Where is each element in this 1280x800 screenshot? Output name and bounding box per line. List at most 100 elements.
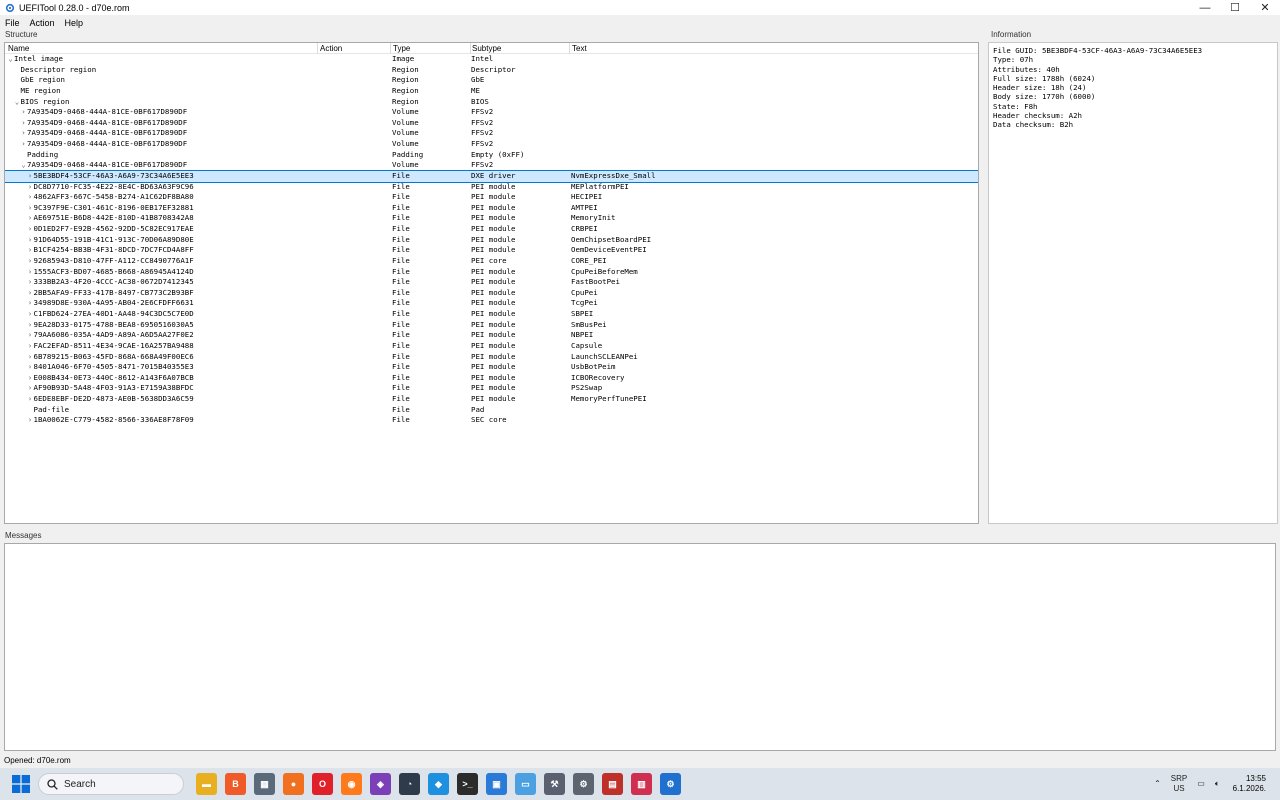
chevron-right-icon[interactable]: › [27, 362, 34, 373]
tree-row[interactable]: ›AE69751E-B6D8-442E-810D-41B8708342A8 Fil… [5, 213, 978, 224]
tree-row[interactable]: ⌄BIOS region Region BIOS [5, 97, 978, 108]
chevron-right-icon[interactable]: › [27, 309, 34, 320]
chevron-right-icon[interactable]: › [27, 330, 34, 341]
menu-file[interactable]: File [0, 18, 25, 28]
chevron-right-icon[interactable]: › [27, 213, 34, 224]
tree-row[interactable]: ›6B789215-B063-45FD-868A-668A49F00EC6 Fil… [5, 352, 978, 363]
column-header-name[interactable]: Name [8, 44, 29, 54]
tree-row[interactable]: ›91D64D55-191B-41C1-913C-70D06A89D80E Fil… [5, 235, 978, 246]
menu-action[interactable]: Action [25, 18, 60, 28]
tree-row[interactable]: ⌄7A9354D9-0468-444A-81CE-0BF617D890DF Vol… [5, 160, 978, 171]
tree-row[interactable]: GbE region Region GbE [5, 75, 978, 86]
tree-row[interactable]: ›1BA0062E-C779-4582-8566-336AE8F78F09 Fil… [5, 415, 978, 426]
menu-help[interactable]: Help [60, 18, 89, 28]
calculator-icon[interactable]: ▦ [254, 773, 275, 795]
column-header-type[interactable]: Type [393, 44, 410, 54]
chevron-right-icon[interactable]: › [27, 373, 34, 384]
taskbar-search[interactable]: Search [38, 773, 184, 795]
tree-row[interactable]: ›333BB2A3-4F20-4CCC-AC38-0672D7412345 Fil… [5, 277, 978, 288]
orange-app-icon[interactable]: ● [283, 773, 304, 795]
chevron-right-icon[interactable]: › [27, 256, 34, 267]
tree-row[interactable]: ›7A9354D9-0468-444A-81CE-0BF617D890DF Vol… [5, 139, 978, 150]
tree-row[interactable]: ›9C397F9E-C301-461C-8196-0EB17EF32881 Fil… [5, 203, 978, 214]
chevron-right-icon[interactable]: › [27, 394, 34, 405]
uefitool-icon[interactable]: ⚙ [660, 773, 681, 795]
close-button[interactable]: ✕ [1250, 0, 1280, 15]
tree-row[interactable]: ›C1FBD624-27EA-40D1-AA48-94C3DC5C7E0D Fil… [5, 309, 978, 320]
chevron-right-icon[interactable]: › [20, 139, 27, 150]
opera-icon[interactable]: O [312, 773, 333, 795]
chevron-right-icon[interactable]: › [27, 245, 34, 256]
tree-row[interactable]: ›9EA28D33-0175-4788-BEA8-6950516030A5 Fil… [5, 320, 978, 331]
chevron-right-icon[interactable]: › [27, 203, 34, 214]
chevron-right-icon[interactable]: › [27, 320, 34, 331]
red-app-icon[interactable]: ▤ [602, 773, 623, 795]
chevron-right-icon[interactable]: › [27, 352, 34, 363]
firefox-icon[interactable]: ◉ [341, 773, 362, 795]
tree-row[interactable]: ›B1CF4254-BB3B-4F31-8DCD-7DC7FCD4A8FF Fil… [5, 245, 978, 256]
tree-row[interactable]: ›7A9354D9-0468-444A-81CE-0BF617D890DF Vol… [5, 128, 978, 139]
chevron-right-icon[interactable]: › [27, 383, 34, 394]
tree-row[interactable]: ⌄Intel image Image Intel [5, 54, 978, 65]
tree-row[interactable]: ›AF90B93D-5A48-4F03-91A3-E7159A38BFDC Fil… [5, 383, 978, 394]
tree-row[interactable]: ›34989D8E-930A-4A95-AB04-2E6CFDFF6631 Fil… [5, 298, 978, 309]
brave-icon[interactable]: B [225, 773, 246, 795]
chevron-down-icon[interactable]: ⌄ [14, 97, 21, 108]
column-header-text[interactable]: Text [572, 44, 587, 54]
start-button[interactable] [10, 773, 32, 795]
maximize-button[interactable]: ☐ [1220, 0, 1250, 15]
volume-icon[interactable]: 🔈︎ [1215, 779, 1220, 789]
chevron-right-icon[interactable]: › [27, 267, 34, 278]
messages-panel[interactable] [4, 543, 1276, 751]
structure-tree[interactable]: Name Action Type Subtype Text ⌄Intel ima… [4, 42, 979, 524]
column-header-action[interactable]: Action [320, 44, 342, 54]
chevron-right-icon[interactable]: › [27, 288, 34, 299]
chevron-right-icon[interactable]: › [27, 192, 34, 203]
tree-row[interactable]: ›E008B434-0E73-440C-8612-A143F6A07BCB Fil… [5, 373, 978, 384]
file-manager-icon[interactable]: ▬ [196, 773, 217, 795]
blue-app-icon[interactable]: ◆ [428, 773, 449, 795]
speedometer-icon[interactable]: ◔ [399, 773, 420, 795]
tool-icon[interactable]: ⚒ [544, 773, 565, 795]
tree-row[interactable]: Padding Padding Empty (0xFF) [5, 150, 978, 161]
network-icon[interactable]: ▭ [1197, 779, 1205, 789]
tree-row[interactable]: ›8401A046-6F70-4505-8471-7015B40355E3 Fil… [5, 362, 978, 373]
tree-row[interactable]: ›FAC2EFAD-8511-4E34-9CAE-16A257BA9488 Fil… [5, 341, 978, 352]
clock[interactable]: 13:55 6.1.2026. [1233, 774, 1266, 794]
chevron-right-icon[interactable]: › [20, 107, 27, 118]
chevron-right-icon[interactable]: › [27, 298, 34, 309]
chevron-right-icon[interactable]: › [27, 171, 34, 182]
chevron-right-icon[interactable]: › [27, 224, 34, 235]
column-header-subtype[interactable]: Subtype [472, 44, 501, 54]
tree-row[interactable]: Descriptor region Region Descriptor [5, 65, 978, 76]
tree-row[interactable]: ›92685943-D810-47FF-A112-CC8490776A1F Fil… [5, 256, 978, 267]
chevron-right-icon[interactable]: › [27, 341, 34, 352]
settings-icon[interactable]: ⚙ [573, 773, 594, 795]
chevron-right-icon[interactable]: › [27, 235, 34, 246]
chevron-down-icon[interactable]: ⌄ [20, 160, 27, 171]
chevron-right-icon[interactable]: › [27, 415, 34, 426]
language-indicator[interactable]: SRP US [1171, 774, 1187, 794]
remote-desktop-icon[interactable]: ▭ [515, 773, 536, 795]
tree-row[interactable]: ›0D1ED2F7-E92B-4562-92DD-5C82EC917EAE Fil… [5, 224, 978, 235]
chevron-up-icon[interactable]: ⌃ [1154, 779, 1161, 789]
tree-row[interactable]: ›4862AFF3-667C-5458-B274-A1C62DF8BA80 Fil… [5, 192, 978, 203]
minimize-button[interactable]: — [1190, 0, 1220, 15]
tree-row[interactable]: ›DC8D7710-FC35-4E22-8E4C-BD63A63F9C96 Fil… [5, 182, 978, 193]
tree-row[interactable]: ME region Region ME [5, 86, 978, 97]
terminal-icon[interactable]: >_ [457, 773, 478, 795]
chart-app-icon[interactable]: ▥ [631, 773, 652, 795]
tree-row[interactable]: Pad-file File Pad [5, 405, 978, 416]
tree-row[interactable]: ›1555ACF3-BD07-4685-B668-A86945A4124D Fil… [5, 267, 978, 278]
tree-row[interactable]: ›2BB5AFA9-FF33-417B-8497-CB773C2B93BF Fil… [5, 288, 978, 299]
store-icon[interactable]: ▣ [486, 773, 507, 795]
chevron-right-icon[interactable]: › [20, 128, 27, 139]
tree-row[interactable]: ›5BE3BDF4-53CF-46A3-A6A9-73C34A6E5EE3 Fil… [5, 169, 978, 183]
chevron-right-icon[interactable]: › [27, 277, 34, 288]
tree-row[interactable]: ›6EDE8EBF-DE2D-4873-AE0B-5638DD3A6C59 Fil… [5, 394, 978, 405]
tree-row[interactable]: ›79AA6086-035A-4AD9-A89A-A6D5AA27F0E2 Fil… [5, 330, 978, 341]
tree-row[interactable]: ›7A9354D9-0468-444A-81CE-0BF617D890DF Vol… [5, 107, 978, 118]
chevron-right-icon[interactable]: › [20, 118, 27, 129]
tree-row[interactable]: ›7A9354D9-0468-444A-81CE-0BF617D890DF Vol… [5, 118, 978, 129]
chevron-right-icon[interactable]: › [27, 182, 34, 193]
